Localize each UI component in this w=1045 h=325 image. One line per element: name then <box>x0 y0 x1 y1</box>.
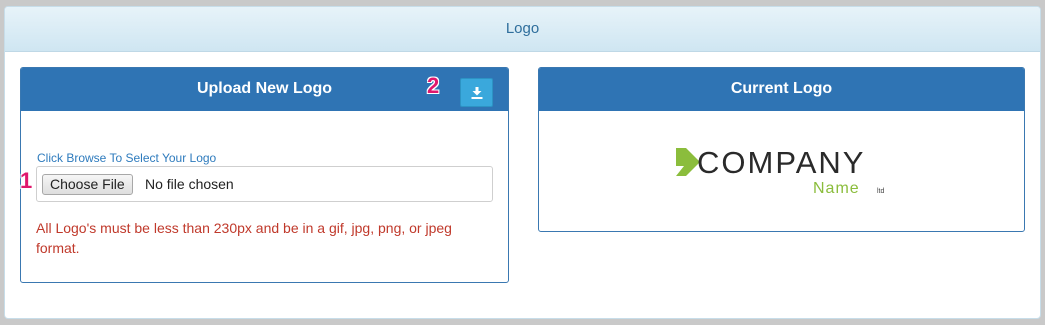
no-file-chosen-text: No file chosen <box>145 176 234 192</box>
logo-settings-panel: Logo Upload New Logo Click Browse To Sel… <box>4 6 1041 319</box>
download-icon <box>471 87 483 99</box>
current-logo-image: COMPANY Name ltd <box>539 111 1024 231</box>
choose-file-button[interactable]: Choose File <box>42 174 133 195</box>
current-panel-title: Current Logo <box>730 80 833 97</box>
logo-company-text: COMPANY <box>697 145 866 180</box>
upload-logo-panel: Upload New Logo Click Browse To Select Y… <box>20 67 509 283</box>
download-button[interactable] <box>460 78 493 107</box>
upload-panel-title: Upload New Logo <box>196 80 333 97</box>
logo-ltd-text: ltd <box>877 188 885 195</box>
panel-title: Logo <box>5 7 1040 52</box>
annotation-badge-1: 1 <box>20 168 33 193</box>
current-panel-header: Current Logo <box>539 68 1024 111</box>
current-logo-panel: Current Logo COMPANY Name ltd <box>538 67 1025 232</box>
logo-name-text: Name <box>813 180 860 197</box>
file-input-field[interactable]: Choose File No file chosen <box>36 166 493 202</box>
annotation-badge-2: 2 <box>427 73 440 98</box>
upload-requirements-note: All Logo's must be less than 230px and b… <box>36 220 452 256</box>
file-field-label: Click Browse To Select Your Logo <box>37 151 217 165</box>
